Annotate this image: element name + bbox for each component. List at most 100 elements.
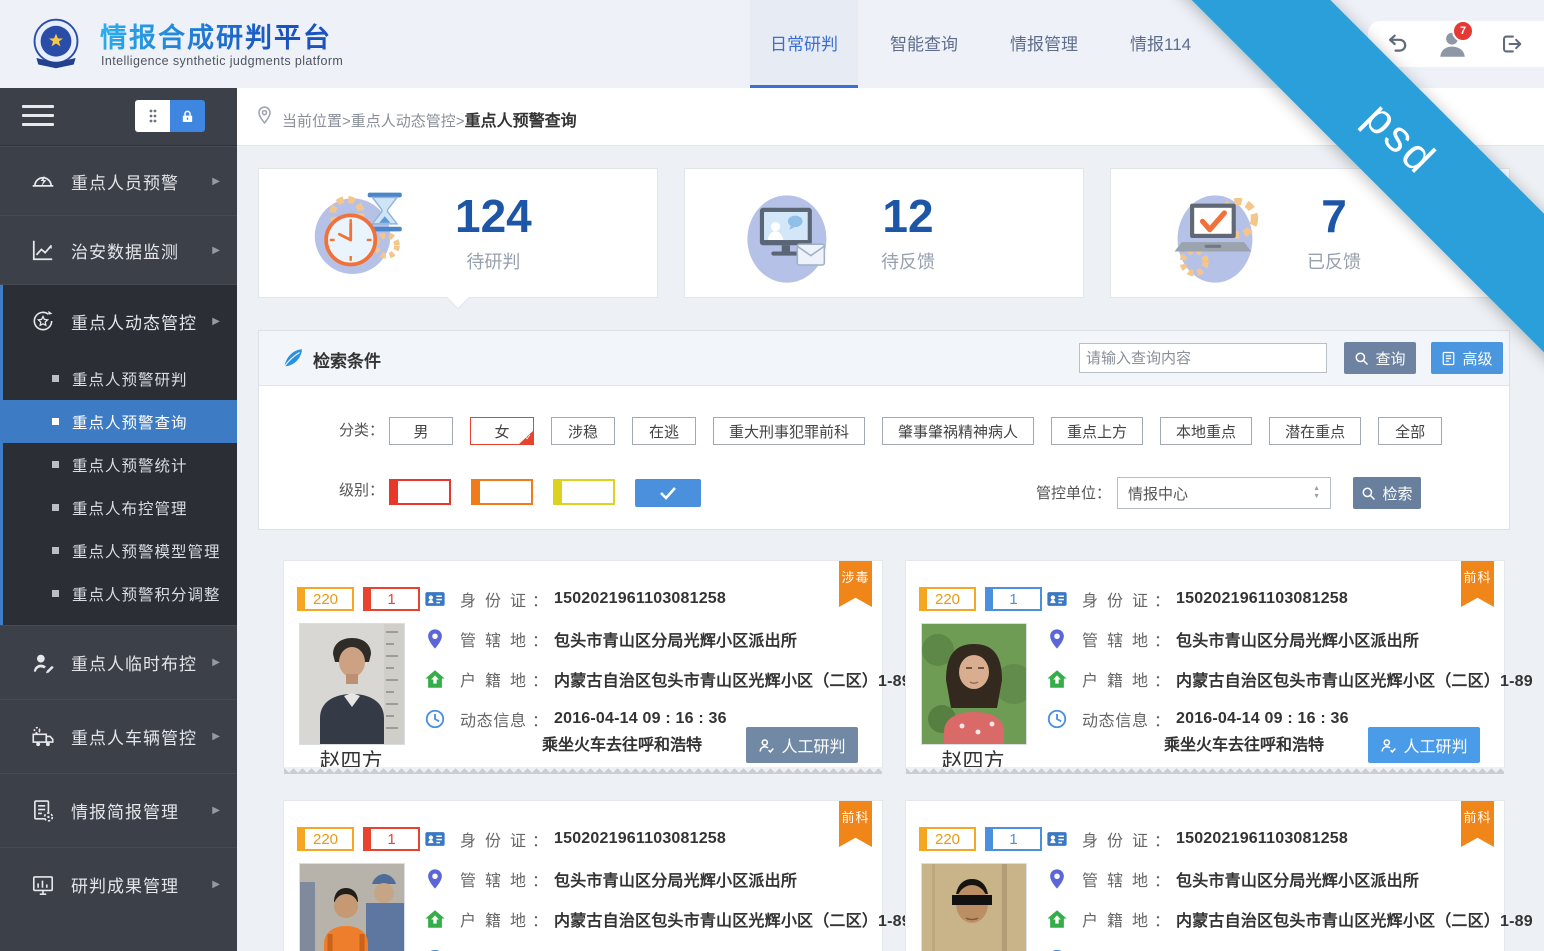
person-photo: [921, 863, 1027, 951]
home-icon: [1046, 668, 1068, 690]
chevron-right-icon: ▶: [212, 176, 220, 187]
chevron-right-icon: ▶: [212, 245, 220, 256]
category-local-key[interactable]: 本地重点: [1160, 417, 1252, 445]
breadcrumb: 当前位置>重点人动态管控>重点人预警查询: [282, 107, 577, 131]
control-unit-select[interactable]: 情报中心 ▲▼: [1117, 477, 1331, 509]
bullet-icon: [52, 418, 59, 425]
sidebar-subitem-warning-stats[interactable]: 重点人预警统计: [0, 443, 237, 486]
manual-judge-button[interactable]: 人工研判: [746, 727, 858, 763]
sidebar-item-dynamic-control[interactable]: 重点人动态管控 ▶: [0, 285, 237, 357]
sidebar-item-security-monitor[interactable]: 治安数据监测 ▶: [0, 215, 237, 284]
category-potential-key[interactable]: 潜在重点: [1269, 417, 1361, 445]
stat-card-pending-judgment[interactable]: 124 待研判: [258, 168, 658, 298]
household-address: 内蒙古自治区包头市青山区光辉小区（二区）1-89: [1176, 667, 1533, 691]
category-male[interactable]: 男: [389, 417, 453, 445]
sidebar-pin-toggle: [135, 100, 205, 132]
tag-ribbon-record: 前科: [1461, 561, 1494, 607]
sidebar-subitem-warning-judge[interactable]: 重点人预警研判: [0, 357, 237, 400]
nav-tab-daily[interactable]: 日常研判: [750, 0, 858, 88]
main-content: 124 待研判 12 待反馈: [237, 146, 1544, 951]
chevron-right-icon: ▶: [212, 731, 220, 742]
sidebar-subitem-model-mgmt[interactable]: 重点人预警模型管理: [0, 529, 237, 572]
sidebar-subitem-control-mgmt[interactable]: 重点人布控管理: [0, 486, 237, 529]
undo-icon[interactable]: [1384, 31, 1410, 57]
score-badge: 220: [919, 827, 976, 851]
stat-value-done: 7: [1307, 193, 1361, 239]
id-number: 1502021961103081258: [1176, 830, 1348, 848]
level-orange-option[interactable]: [471, 479, 533, 505]
household-address: 内蒙古自治区包头市青山区光辉小区（二区）1-89: [554, 907, 911, 931]
category-female[interactable]: 女: [470, 417, 534, 445]
nav-tab-smart-query[interactable]: 智能查询: [870, 0, 978, 88]
sidebar-subitem-warning-query[interactable]: 重点人预警查询: [0, 400, 237, 443]
chevron-right-icon: ▶: [212, 879, 220, 890]
id-number: 1502021961103081258: [554, 830, 726, 848]
alarm-icon: [30, 168, 56, 194]
drag-handle-icon[interactable]: [135, 100, 170, 132]
sidebar-item-results-mgmt[interactable]: 研判成果管理 ▶: [0, 847, 237, 921]
level-yellow-option[interactable]: [553, 479, 615, 505]
dynamic-description: 乘坐火车去往呼和浩特: [542, 731, 702, 755]
breadcrumb-level1[interactable]: 重点人动态管控: [351, 113, 456, 130]
dynamic-time: 2016-04-14 09 : 16 : 36: [1176, 710, 1349, 728]
stat-card-awaiting-feedback[interactable]: 12 待反馈: [684, 168, 1084, 298]
stat-value-awaiting: 12: [881, 193, 935, 239]
lock-icon[interactable]: [170, 100, 205, 132]
hamburger-menu-icon[interactable]: [22, 105, 54, 127]
category-mental-illness[interactable]: 肇事肇祸精神病人: [882, 417, 1034, 445]
logout-icon[interactable]: [1498, 31, 1524, 57]
clock-gear-hourglass-icon: [311, 187, 415, 279]
person-edit-icon: [30, 650, 56, 676]
line-chart-icon: [30, 237, 56, 263]
bullet-icon: [52, 461, 59, 468]
household-address: 内蒙古自治区包头市青山区光辉小区（二区）1-89: [554, 667, 911, 691]
jurisdiction: 包头市青山区分局光辉小区派出所: [554, 627, 797, 651]
sidebar-item-person-alert[interactable]: 重点人员预警 ▶: [0, 146, 237, 215]
app-header: 情报合成研判平台 Intelligence synthetic judgment…: [0, 0, 1544, 88]
document-gear-icon: [30, 798, 56, 824]
check-icon: [659, 486, 677, 500]
refresh-star-icon: [30, 308, 56, 334]
bullet-icon: [52, 375, 59, 382]
score-badge: 220: [297, 587, 354, 611]
jurisdiction: 包头市青山区分局光辉小区派出所: [1176, 867, 1419, 891]
advanced-button[interactable]: 高级: [1431, 342, 1503, 374]
category-stability[interactable]: 涉稳: [551, 417, 615, 445]
bullet-icon: [52, 547, 59, 554]
query-button[interactable]: 查询: [1344, 342, 1416, 374]
location-pin-icon: [256, 105, 273, 128]
retrieve-button[interactable]: 检索: [1353, 477, 1421, 509]
breadcrumb-current: 重点人预警查询: [465, 113, 577, 130]
sidebar-item-briefing-mgmt[interactable]: 情报简报管理 ▶: [0, 773, 237, 847]
tag-ribbon-drug: 涉毒: [839, 561, 872, 607]
person-card: 前科 220 1 赵四方 身 份 证：1502021961103081258 管…: [905, 800, 1505, 951]
jurisdiction: 包头市青山区分局光辉小区派出所: [1176, 627, 1419, 651]
feather-pen-icon: [281, 346, 305, 370]
category-fugitive[interactable]: 在逃: [632, 417, 696, 445]
tag-ribbon-record: 前科: [1461, 801, 1494, 847]
sidebar-subitem-score-adjust[interactable]: 重点人预警积分调整: [0, 572, 237, 615]
manual-judge-button[interactable]: 人工研判: [1368, 727, 1480, 763]
dynamic-time: 2016-04-14 09 : 16 : 36: [554, 710, 727, 728]
sidebar-item-vehicle-control[interactable]: 重点人车辆管控 ▶: [0, 699, 237, 773]
main-nav: 日常研判 智能查询 情报管理 情报114 专题研判: [744, 0, 1337, 88]
level-red-option[interactable]: [389, 479, 451, 505]
sidebar-item-temp-control[interactable]: 重点人临时布控 ▶: [0, 625, 237, 699]
stat-card-feedback-done[interactable]: 7 已反馈: [1110, 168, 1510, 298]
category-key-petition[interactable]: 重点上方: [1051, 417, 1143, 445]
level-all-checked-option[interactable]: [635, 479, 701, 507]
search-input[interactable]: [1079, 343, 1327, 373]
notification-badge[interactable]: 7: [1452, 20, 1474, 42]
nav-tab-intel-114[interactable]: 情报114: [1110, 0, 1211, 88]
user-icon[interactable]: 7: [1436, 28, 1468, 60]
category-major-crime[interactable]: 重大刑事犯罪前科: [713, 417, 865, 445]
category-all[interactable]: 全部: [1378, 417, 1442, 445]
search-icon: [1361, 486, 1376, 501]
stat-value-pending: 124: [455, 193, 532, 239]
household-address: 内蒙古自治区包头市青山区光辉小区（二区）1-89: [1176, 907, 1533, 931]
stat-label-awaiting: 待反馈: [881, 248, 935, 274]
nav-tab-special[interactable]: 专题研判: [1223, 0, 1331, 88]
nav-tab-intel-mgmt[interactable]: 情报管理: [990, 0, 1098, 88]
id-number: 1502021961103081258: [1176, 590, 1348, 608]
level-badge: 1: [363, 827, 420, 851]
